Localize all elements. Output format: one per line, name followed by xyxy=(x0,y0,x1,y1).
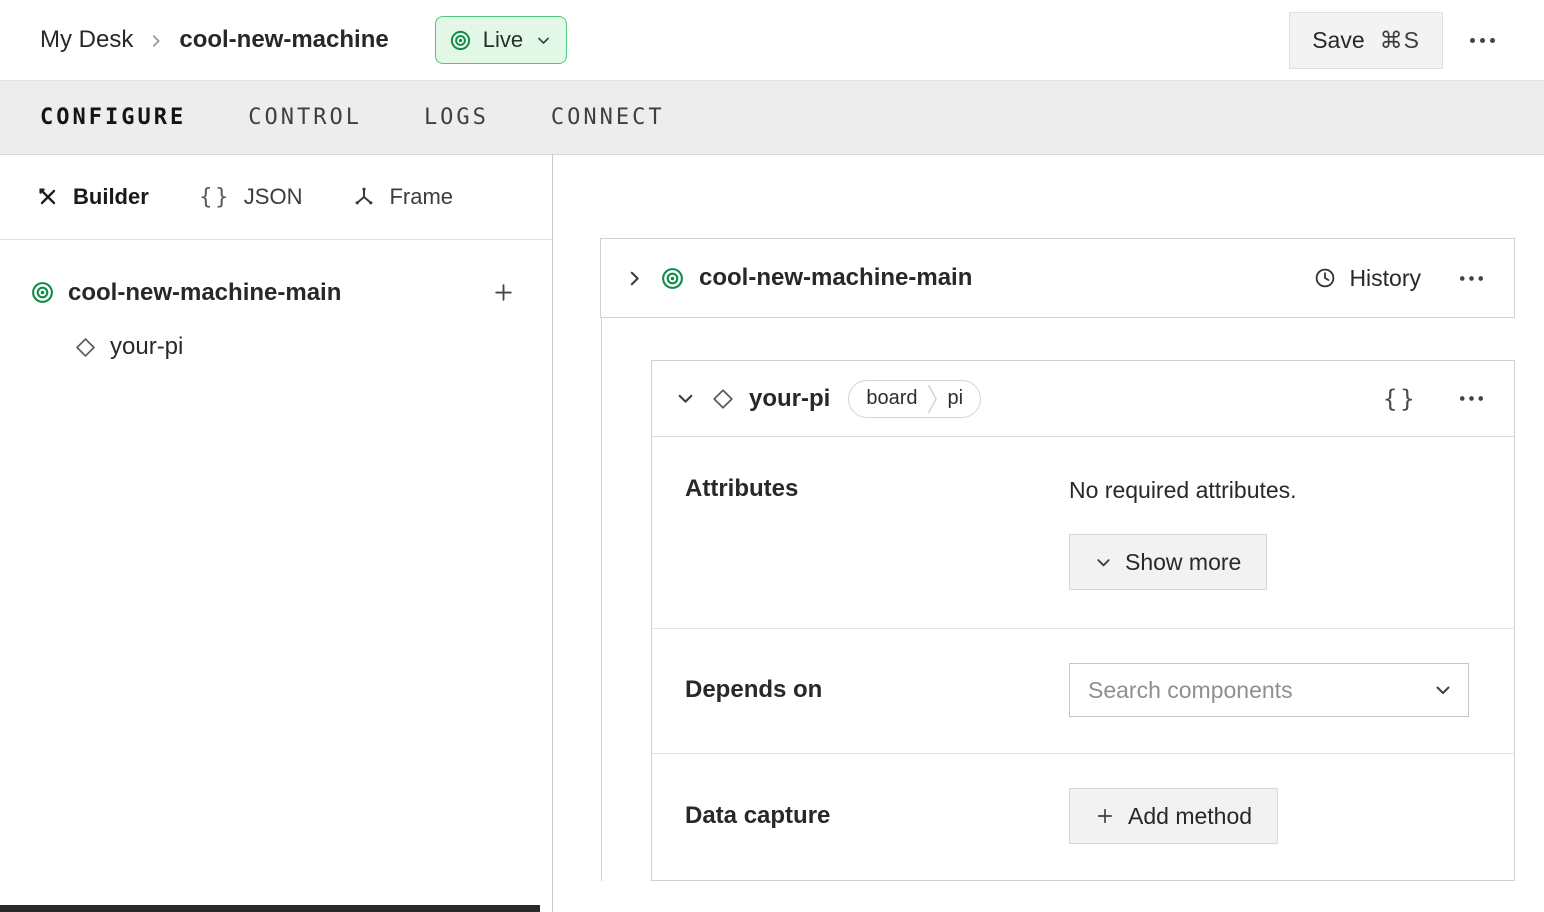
chevron-down-icon xyxy=(676,389,695,408)
component-type-badge: board pi xyxy=(848,379,982,418)
breadcrumb-separator-icon xyxy=(148,33,164,49)
machine-card-actions: History xyxy=(1307,264,1488,293)
ellipsis-icon xyxy=(1469,37,1496,44)
add-method-label: Add method xyxy=(1128,802,1253,829)
machine-part-icon xyxy=(30,280,55,305)
component-json-button[interactable]: {} xyxy=(1376,384,1423,414)
depends-on-label: Depends on xyxy=(685,676,823,703)
tab-connect[interactable]: CONNECT xyxy=(551,105,665,130)
tree-item-machine-part[interactable]: cool-new-machine-main xyxy=(0,274,552,311)
chevron-down-icon xyxy=(1434,681,1452,699)
sidebar: Builder {} JSON Frame cool-new-machine-m… xyxy=(0,155,553,912)
mode-frame[interactable]: Frame xyxy=(352,184,453,210)
horizontal-scrollbar[interactable] xyxy=(0,905,540,912)
chevron-right-icon xyxy=(625,269,644,288)
component-card-title: your-pi xyxy=(749,384,831,412)
ellipsis-icon xyxy=(1459,395,1484,402)
component-card-your-pi: your-pi board pi {} Attributes No requir… xyxy=(651,360,1515,881)
badge-type-label: board xyxy=(866,387,918,409)
machine-tree: cool-new-machine-main your-pi xyxy=(0,240,552,365)
component-diamond-icon xyxy=(711,387,735,411)
tab-control[interactable]: CONTROL xyxy=(248,105,362,130)
live-status-badge[interactable]: Live xyxy=(434,16,568,64)
machine-card-menu-button[interactable] xyxy=(1455,271,1488,286)
header-left-group: My Desk cool-new-machine Live xyxy=(40,16,568,64)
chevron-down-icon xyxy=(536,33,551,48)
search-components-input[interactable] xyxy=(1088,676,1434,704)
attributes-label: Attributes xyxy=(685,475,799,502)
component-menu-button[interactable] xyxy=(1455,391,1488,406)
component-diamond-icon xyxy=(74,336,97,359)
tree-item-your-pi[interactable]: your-pi xyxy=(0,329,552,365)
tab-configure[interactable]: CONFIGURE xyxy=(40,105,186,130)
mode-frame-label: Frame xyxy=(389,184,454,209)
add-method-button[interactable]: Add method xyxy=(1069,788,1279,844)
history-clock-icon xyxy=(1313,266,1337,290)
data-capture-content: Add method xyxy=(1069,788,1488,844)
show-more-label: Show more xyxy=(1125,548,1242,575)
save-button-label: Save xyxy=(1312,26,1365,53)
tab-logs[interactable]: LOGS xyxy=(424,105,489,130)
add-component-button[interactable] xyxy=(489,278,518,307)
save-button[interactable]: Save ⌘S xyxy=(1289,11,1443,69)
json-braces-icon: {} xyxy=(198,184,231,210)
breadcrumb: My Desk cool-new-machine xyxy=(40,26,389,54)
header-overflow-menu-button[interactable] xyxy=(1457,27,1508,54)
expand-machine-card-button[interactable] xyxy=(621,265,648,292)
top-header: My Desk cool-new-machine Live Save ⌘S xyxy=(0,0,1544,80)
frame-axes-icon xyxy=(352,185,376,209)
main-content: cool-new-machine-main History your-pi bo… xyxy=(554,155,1544,912)
machine-part-icon xyxy=(660,266,685,291)
live-broadcast-icon xyxy=(449,29,472,52)
breadcrumb-machine-name: cool-new-machine xyxy=(179,26,389,53)
machine-part-card: cool-new-machine-main History xyxy=(600,238,1515,318)
app-window: My Desk cool-new-machine Live Save ⌘S CO… xyxy=(0,0,1544,912)
show-more-button[interactable]: Show more xyxy=(1069,534,1268,590)
tree-connector: your-pi board pi {} Attributes No requir… xyxy=(601,318,1515,881)
data-capture-label: Data capture xyxy=(685,802,831,829)
builder-tools-icon xyxy=(36,185,60,209)
ellipsis-icon xyxy=(1459,275,1484,282)
tab-bar: CONFIGURE CONTROL LOGS CONNECT xyxy=(0,80,1544,155)
machine-card-title: cool-new-machine-main xyxy=(699,264,973,291)
breadcrumb-my-desk[interactable]: My Desk xyxy=(40,26,133,54)
component-card-actions: {} xyxy=(1376,384,1488,414)
save-shortcut: ⌘S xyxy=(1379,26,1420,53)
collapse-component-button[interactable] xyxy=(672,385,699,412)
tree-your-pi-label: your-pi xyxy=(110,333,184,360)
badge-model-label: pi xyxy=(947,387,964,409)
chevron-down-icon xyxy=(1095,554,1112,571)
depends-on-content xyxy=(1069,663,1488,717)
history-label: History xyxy=(1349,264,1421,291)
mode-json-label: JSON xyxy=(243,184,303,209)
header-right-group: Save ⌘S xyxy=(1289,11,1508,69)
mode-builder-label: Builder xyxy=(73,184,149,209)
badge-divider-icon xyxy=(927,381,938,417)
history-button[interactable]: History xyxy=(1307,264,1427,293)
plus-icon xyxy=(1095,806,1115,826)
component-card-header: your-pi board pi {} xyxy=(652,361,1514,437)
tree-machine-label: cool-new-machine-main xyxy=(68,278,342,306)
attributes-content: No required attributes. Show more xyxy=(1069,475,1488,590)
mode-builder[interactable]: Builder xyxy=(36,184,149,210)
sidebar-mode-bar: Builder {} JSON Frame xyxy=(0,155,552,240)
mode-json[interactable]: {} JSON xyxy=(199,184,303,210)
config-canvas: cool-new-machine-main History your-pi bo… xyxy=(554,155,1544,881)
depends-on-select[interactable] xyxy=(1069,663,1469,717)
section-data-capture: Data capture Add method xyxy=(652,754,1514,880)
section-depends-on: Depends on xyxy=(652,629,1514,754)
section-attributes: Attributes No required attributes. Show … xyxy=(652,437,1514,629)
plus-icon xyxy=(491,280,516,305)
attributes-empty-text: No required attributes. xyxy=(1069,477,1297,503)
live-badge-label: Live xyxy=(482,27,524,52)
